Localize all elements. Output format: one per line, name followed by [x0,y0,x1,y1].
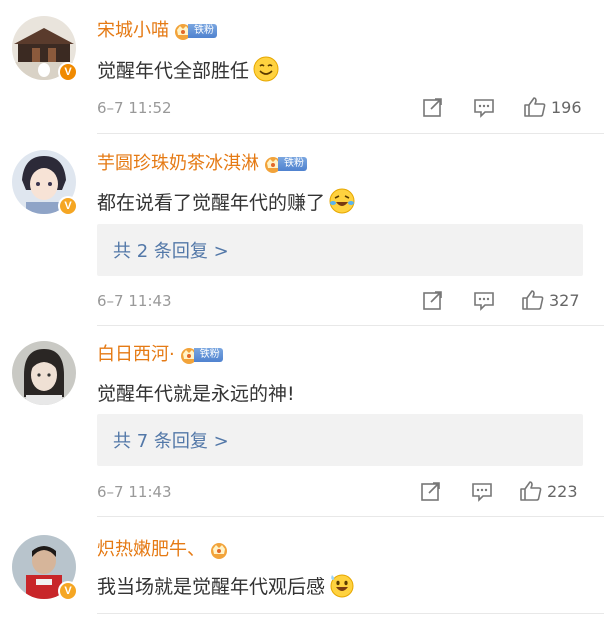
comment-text: 觉醒年代全部胜任 [97,59,250,82]
username[interactable]: 炽热嫩肥牛、 [97,535,205,565]
verified-badge: V [58,196,78,216]
username[interactable]: 白日西河· [97,340,175,370]
replies-box[interactable]: 共 7 条回复 > [97,414,583,466]
verified-v-icon: V [60,64,76,80]
username[interactable]: 宋城小喵 [97,16,169,46]
fan-badge-label: 铁粉 [193,348,223,362]
fan-badge: 铁粉 [263,155,307,173]
repost-icon[interactable] [420,480,442,502]
thumbs-up-icon [524,97,546,117]
comment-icon[interactable] [471,480,493,502]
comment-header: 白日西河· 铁粉 [97,340,223,370]
like-button[interactable]: 327 [521,289,580,311]
avatar-image [12,341,76,405]
fan-badge: 铁粉 [173,22,217,40]
smile-emoji [253,56,279,82]
replies-box[interactable]: 共 2 条回复 > [97,224,583,276]
divider [97,613,604,614]
comment-icon[interactable] [473,289,495,311]
avatar[interactable]: V [12,150,78,216]
divider [97,516,604,517]
username[interactable]: 芋圆珍珠奶茶冰淇淋 [97,149,259,179]
comment-text-row: 觉醒年代全部胜任 [97,52,279,86]
fan-badge: 铁粉 [179,346,223,364]
comment-header: 炽热嫩肥牛、 [97,535,229,565]
avatar[interactable] [12,341,76,405]
verified-badge: V [58,581,78,601]
like-count: 327 [549,290,580,310]
divider [97,325,604,326]
view-replies-link[interactable]: 共 2 条回复 > [113,237,229,263]
comment-header: 宋城小喵 铁粉 [97,16,217,46]
timestamp: 6–7 11:43 [97,292,172,310]
comment-meta: 6–7 11:43 223 [97,479,597,505]
like-count: 196 [551,97,582,117]
like-button[interactable]: 196 [523,96,582,118]
crown-icon [211,543,227,559]
repost-icon[interactable] [422,96,444,118]
fan-badge-label: 铁粉 [278,157,307,171]
comment-text-row: 我当场就是觉醒年代观后感 [97,568,355,602]
comment-icon[interactable] [473,96,495,118]
comment-meta: 6–7 11:52 196 [97,95,597,121]
repost-icon[interactable] [422,289,444,311]
timestamp: 6–7 11:43 [97,483,172,501]
fan-badge [209,541,229,559]
verified-v-icon: V [60,583,76,599]
grin-sweat-emoji [330,574,354,598]
comment-text-row: 觉醒年代就是永远的神! [97,375,295,409]
comment-text: 觉醒年代就是永远的神! [97,382,295,405]
view-replies-link[interactable]: 共 7 条回复 > [113,427,229,453]
verified-badge: V [58,62,78,82]
avatar[interactable]: V [12,535,78,601]
verified-v-icon: V [60,198,76,214]
comment-header: 芋圆珍珠奶茶冰淇淋 铁粉 [97,149,307,179]
thumbs-up-icon [522,290,544,310]
comment-text: 都在说看了觉醒年代的赚了 [97,191,326,214]
comment-text: 我当场就是觉醒年代观后感 [97,575,326,598]
like-button[interactable]: 223 [519,480,578,502]
timestamp: 6–7 11:52 [97,99,172,117]
divider [97,133,604,134]
comment-meta: 6–7 11:43 327 [97,288,597,314]
thumbs-up-icon [520,481,542,501]
like-count: 223 [547,481,578,501]
laugh-cry-emoji [329,188,355,214]
fan-badge-label: 铁粉 [188,24,217,38]
avatar[interactable]: V [12,16,78,82]
comment-text-row: 都在说看了觉醒年代的赚了 [97,184,355,218]
